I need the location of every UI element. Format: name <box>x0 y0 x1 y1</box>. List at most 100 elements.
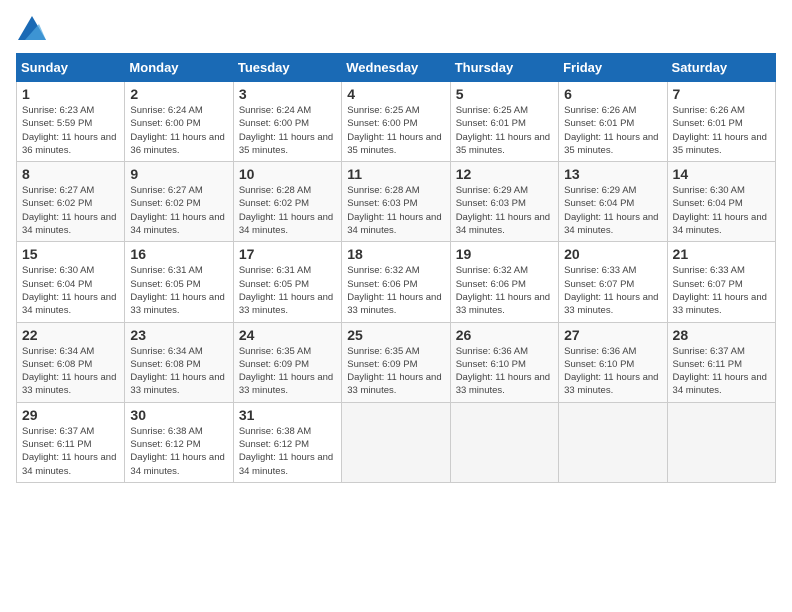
day-info: Sunrise: 6:26 AMSunset: 6:01 PMDaylight:… <box>673 104 770 157</box>
day-number: 18 <box>347 246 444 262</box>
week-row: 22 Sunrise: 6:34 AMSunset: 6:08 PMDayligh… <box>17 322 776 402</box>
day-number: 6 <box>564 86 661 102</box>
calendar-cell: 27Sunrise: 6:36 AMSunset: 6:10 PMDayligh… <box>559 322 667 402</box>
calendar-cell: 17 Sunrise: 6:31 AMSunset: 6:05 PMDayligh… <box>233 242 341 322</box>
day-of-week-header: Saturday <box>667 54 775 82</box>
days-of-week-row: SundayMondayTuesdayWednesdayThursdayFrid… <box>17 54 776 82</box>
day-info: Sunrise: 6:31 AMSunset: 6:05 PMDaylight:… <box>130 264 227 317</box>
day-number: 11 <box>347 166 444 182</box>
day-info: Sunrise: 6:29 AMSunset: 6:04 PMDaylight:… <box>564 184 661 237</box>
day-number: 26 <box>456 327 553 343</box>
day-number: 12 <box>456 166 553 182</box>
day-info: Sunrise: 6:37 AMSunset: 6:11 PMDaylight:… <box>673 345 770 398</box>
day-info: Sunrise: 6:27 AMSunset: 6:02 PMDaylight:… <box>130 184 227 237</box>
calendar-cell: 22 Sunrise: 6:34 AMSunset: 6:08 PMDayligh… <box>17 322 125 402</box>
calendar-cell: 8 Sunrise: 6:27 AMSunset: 6:02 PMDaylight… <box>17 162 125 242</box>
day-info: Sunrise: 6:31 AMSunset: 6:05 PMDaylight:… <box>239 264 336 317</box>
calendar-cell: 11Sunrise: 6:28 AMSunset: 6:03 PMDayligh… <box>342 162 450 242</box>
day-number: 23 <box>130 327 227 343</box>
calendar-cell: 29 Sunrise: 6:37 AMSunset: 6:11 PMDayligh… <box>17 402 125 482</box>
day-of-week-header: Monday <box>125 54 233 82</box>
day-info: Sunrise: 6:28 AMSunset: 6:02 PMDaylight:… <box>239 184 336 237</box>
day-number: 10 <box>239 166 336 182</box>
calendar-cell: 20 Sunrise: 6:33 AMSunset: 6:07 PMDayligh… <box>559 242 667 322</box>
week-row: 15 Sunrise: 6:30 AMSunset: 6:04 PMDayligh… <box>17 242 776 322</box>
day-info: Sunrise: 6:33 AMSunset: 6:07 PMDaylight:… <box>564 264 661 317</box>
day-number: 19 <box>456 246 553 262</box>
calendar-cell: 10 Sunrise: 6:28 AMSunset: 6:02 PMDayligh… <box>233 162 341 242</box>
header <box>16 16 776 45</box>
calendar-cell: 7 Sunrise: 6:26 AMSunset: 6:01 PMDaylight… <box>667 82 775 162</box>
day-info: Sunrise: 6:32 AMSunset: 6:06 PMDaylight:… <box>456 264 553 317</box>
day-number: 31 <box>239 407 336 423</box>
logo-icon <box>18 16 46 40</box>
calendar-cell: 15 Sunrise: 6:30 AMSunset: 6:04 PMDayligh… <box>17 242 125 322</box>
calendar-cell: 30Sunrise: 6:38 AMSunset: 6:12 PMDayligh… <box>125 402 233 482</box>
day-of-week-header: Friday <box>559 54 667 82</box>
day-info: Sunrise: 6:36 AMSunset: 6:10 PMDaylight:… <box>456 345 553 398</box>
day-info: Sunrise: 6:30 AMSunset: 6:04 PMDaylight:… <box>22 264 119 317</box>
day-number: 25 <box>347 327 444 343</box>
calendar-cell: 23 Sunrise: 6:34 AMSunset: 6:08 PMDayligh… <box>125 322 233 402</box>
calendar-cell: 19 Sunrise: 6:32 AMSunset: 6:06 PMDayligh… <box>450 242 558 322</box>
calendar-cell: 21 Sunrise: 6:33 AMSunset: 6:07 PMDayligh… <box>667 242 775 322</box>
day-info: Sunrise: 6:34 AMSunset: 6:08 PMDaylight:… <box>130 345 227 398</box>
day-number: 17 <box>239 246 336 262</box>
day-number: 22 <box>22 327 119 343</box>
day-number: 7 <box>673 86 770 102</box>
day-info: Sunrise: 6:35 AMSunset: 6:09 PMDaylight:… <box>239 345 336 398</box>
calendar-cell: 4 Sunrise: 6:25 AMSunset: 6:00 PMDaylight… <box>342 82 450 162</box>
day-number: 4 <box>347 86 444 102</box>
week-row: 1 Sunrise: 6:23 AMSunset: 5:59 PMDaylight… <box>17 82 776 162</box>
day-number: 21 <box>673 246 770 262</box>
day-number: 24 <box>239 327 336 343</box>
day-number: 15 <box>22 246 119 262</box>
calendar-cell <box>667 402 775 482</box>
day-info: Sunrise: 6:38 AMSunset: 6:12 PMDaylight:… <box>239 425 336 478</box>
calendar-cell: 24 Sunrise: 6:35 AMSunset: 6:09 PMDayligh… <box>233 322 341 402</box>
calendar-cell: 28 Sunrise: 6:37 AMSunset: 6:11 PMDayligh… <box>667 322 775 402</box>
day-info: Sunrise: 6:34 AMSunset: 6:08 PMDaylight:… <box>22 345 119 398</box>
week-row: 29 Sunrise: 6:37 AMSunset: 6:11 PMDayligh… <box>17 402 776 482</box>
day-number: 5 <box>456 86 553 102</box>
day-number: 9 <box>130 166 227 182</box>
calendar-cell <box>342 402 450 482</box>
calendar-cell: 31 Sunrise: 6:38 AMSunset: 6:12 PMDayligh… <box>233 402 341 482</box>
day-info: Sunrise: 6:23 AMSunset: 5:59 PMDaylight:… <box>22 104 119 157</box>
day-info: Sunrise: 6:26 AMSunset: 6:01 PMDaylight:… <box>564 104 661 157</box>
calendar-cell: 2 Sunrise: 6:24 AMSunset: 6:00 PMDaylight… <box>125 82 233 162</box>
calendar-cell: 1 Sunrise: 6:23 AMSunset: 5:59 PMDaylight… <box>17 82 125 162</box>
day-number: 1 <box>22 86 119 102</box>
day-info: Sunrise: 6:30 AMSunset: 6:04 PMDaylight:… <box>673 184 770 237</box>
day-number: 14 <box>673 166 770 182</box>
day-info: Sunrise: 6:29 AMSunset: 6:03 PMDaylight:… <box>456 184 553 237</box>
calendar-cell <box>559 402 667 482</box>
day-info: Sunrise: 6:37 AMSunset: 6:11 PMDaylight:… <box>22 425 119 478</box>
calendar-cell: 12 Sunrise: 6:29 AMSunset: 6:03 PMDayligh… <box>450 162 558 242</box>
week-row: 8 Sunrise: 6:27 AMSunset: 6:02 PMDaylight… <box>17 162 776 242</box>
calendar-cell: 14 Sunrise: 6:30 AMSunset: 6:04 PMDayligh… <box>667 162 775 242</box>
day-number: 28 <box>673 327 770 343</box>
day-number: 2 <box>130 86 227 102</box>
calendar-cell: 9 Sunrise: 6:27 AMSunset: 6:02 PMDaylight… <box>125 162 233 242</box>
calendar-table: SundayMondayTuesdayWednesdayThursdayFrid… <box>16 53 776 483</box>
day-info: Sunrise: 6:38 AMSunset: 6:12 PMDaylight:… <box>130 425 227 478</box>
day-info: Sunrise: 6:35 AMSunset: 6:09 PMDaylight:… <box>347 345 444 398</box>
calendar-cell: 26 Sunrise: 6:36 AMSunset: 6:10 PMDayligh… <box>450 322 558 402</box>
calendar-cell: 13 Sunrise: 6:29 AMSunset: 6:04 PMDayligh… <box>559 162 667 242</box>
day-info: Sunrise: 6:33 AMSunset: 6:07 PMDaylight:… <box>673 264 770 317</box>
day-number: 8 <box>22 166 119 182</box>
day-number: 3 <box>239 86 336 102</box>
day-number: 27 <box>564 327 661 343</box>
calendar-cell: 5Sunrise: 6:25 AMSunset: 6:01 PMDaylight… <box>450 82 558 162</box>
day-number: 13 <box>564 166 661 182</box>
day-info: Sunrise: 6:24 AMSunset: 6:00 PMDaylight:… <box>130 104 227 157</box>
logo <box>16 16 46 45</box>
day-info: Sunrise: 6:25 AMSunset: 6:00 PMDaylight:… <box>347 104 444 157</box>
day-number: 29 <box>22 407 119 423</box>
calendar-cell: 25 Sunrise: 6:35 AMSunset: 6:09 PMDayligh… <box>342 322 450 402</box>
day-of-week-header: Sunday <box>17 54 125 82</box>
day-number: 20 <box>564 246 661 262</box>
day-info: Sunrise: 6:27 AMSunset: 6:02 PMDaylight:… <box>22 184 119 237</box>
day-info: Sunrise: 6:32 AMSunset: 6:06 PMDaylight:… <box>347 264 444 317</box>
